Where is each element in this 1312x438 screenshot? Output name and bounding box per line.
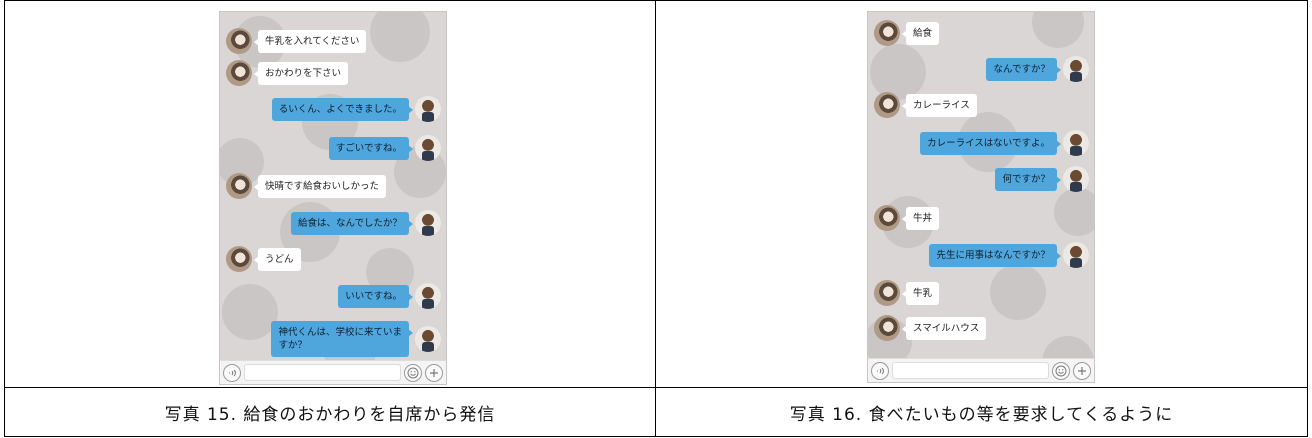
sent-message-bubble[interactable]: カレーライスはないですよ。 [920,131,1061,155]
student-avatar[interactable] [874,92,900,118]
sent-message-bubble[interactable]: すごいですね。 [328,136,414,160]
message-row: すごいですね。 [220,135,446,161]
received-message-bubble[interactable]: 牛乳 [901,281,940,305]
teacher-avatar[interactable] [415,210,441,236]
figure-15-image-cell: 牛乳を入れてください おかわりを下さいるいくん、よくできました。すごいですね。快晴… [5,1,656,388]
message-row: 給食 [868,20,1094,46]
voice-icon[interactable] [871,361,889,380]
figure-16-image-cell: 給食なんですか？ カレーライスカレーライスはないですよ。何ですか？ 牛丼先生に用事は… [656,1,1307,388]
teacher-avatar[interactable] [1063,242,1089,268]
message-row: いいですね。 [220,283,446,309]
received-message-bubble[interactable]: 快晴です給食おいしかった [253,174,387,198]
teacher-avatar[interactable] [415,326,441,352]
student-avatar[interactable] [226,173,252,199]
message-row: スマイルハウス [868,315,1094,341]
message-row: 牛乳を入れてください [220,28,446,54]
message-row: 牛丼 [868,205,1094,231]
teacher-avatar[interactable] [1063,130,1089,156]
sent-message-bubble[interactable]: 何ですか？ [995,167,1061,191]
received-message-bubble[interactable]: スマイルハウス [901,316,987,340]
sent-message-bubble[interactable]: 給食は、なんでしたか？ [290,211,414,235]
student-avatar[interactable] [874,20,900,46]
message-row: うどん [220,246,446,272]
received-message-bubble[interactable]: おかわりを下さい [253,61,349,85]
figure-caption: 写真 15. 給食のおかわりを自席から発信 [164,404,496,425]
message-row: おかわりを下さい [220,60,446,86]
student-avatar[interactable] [226,246,252,272]
message-row: 何ですか？ [868,166,1094,192]
message-row: カレーライス [868,92,1094,118]
student-avatar[interactable] [874,280,900,306]
teacher-avatar[interactable] [1063,56,1089,82]
student-avatar[interactable] [874,205,900,231]
chat-screenshot-15: 牛乳を入れてください おかわりを下さいるいくん、よくできました。すごいですね。快晴… [219,11,447,385]
message-row: るいくん、よくできました。 [220,96,446,122]
message-row: 牛乳 [868,280,1094,306]
received-message-bubble[interactable]: うどん [254,247,301,271]
chat-screenshot-16: 給食なんですか？ カレーライスカレーライスはないですよ。何ですか？ 牛丼先生に用事は… [867,11,1095,383]
message-row: なんですか？ [868,56,1094,82]
message-input[interactable] [244,364,401,381]
sent-message-bubble[interactable]: るいくん、よくできました。 [271,97,414,121]
student-avatar[interactable] [226,60,252,86]
figure-16-caption-cell: 写真 16. 食べたいもの等を要求してくるように [656,388,1307,436]
teacher-avatar[interactable] [415,135,441,161]
chat-input-bar [868,358,1094,382]
message-input[interactable] [892,362,1049,379]
message-row: 給食は、なんでしたか？ [220,210,446,236]
teacher-avatar[interactable] [415,96,441,122]
figure-15-caption-cell: 写真 15. 給食のおかわりを自席から発信 [5,388,656,436]
figure-caption: 写真 16. 食べたいもの等を要求してくるように [789,404,1174,425]
message-row: 快晴です給食おいしかった [220,173,446,199]
smiley-icon[interactable] [1052,361,1070,380]
sent-message-bubble[interactable]: いいですね。 [338,284,413,308]
message-row: カレーライスはないですよ。 [868,130,1094,156]
received-message-bubble[interactable]: 給食 [901,21,940,45]
smiley-icon[interactable] [404,363,422,382]
plus-icon[interactable] [1073,361,1091,380]
sent-message-bubble[interactable]: なんですか？ [986,57,1061,81]
teacher-avatar[interactable] [415,283,441,309]
plus-icon[interactable] [425,363,443,382]
sent-message-bubble[interactable]: 先生に用事はなんですか？ [929,243,1061,267]
student-avatar[interactable] [874,315,900,341]
received-message-bubble[interactable]: 牛丼 [901,206,940,230]
voice-icon[interactable] [223,363,241,382]
figure-table: 牛乳を入れてください おかわりを下さいるいくん、よくできました。すごいですね。快晴… [4,0,1308,437]
chat-input-bar [220,360,446,384]
received-message-bubble[interactable]: 牛乳を入れてください [253,29,367,53]
sent-message-bubble[interactable]: 神代くんは、学校に来ていま すか？ [271,321,413,357]
message-row: 先生に用事はなんですか？ [868,242,1094,268]
message-row: 神代くんは、学校に来ていま すか？ [220,321,446,357]
teacher-avatar[interactable] [1063,166,1089,192]
student-avatar[interactable] [226,28,252,54]
received-message-bubble[interactable]: カレーライス [902,93,977,117]
